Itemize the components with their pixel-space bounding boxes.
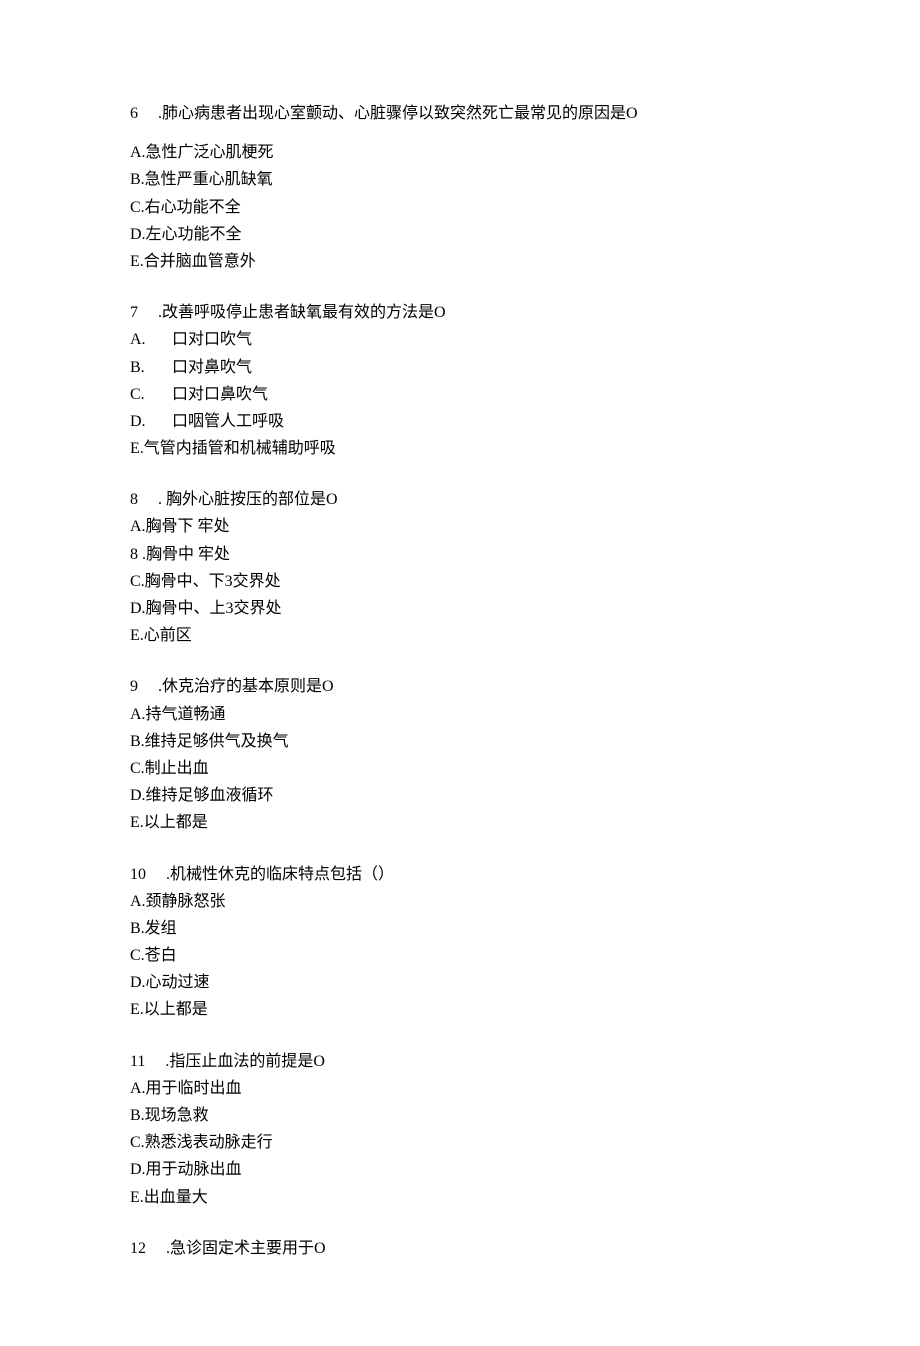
question-number: 8 — [130, 491, 138, 508]
option-label: 口对鼻吹气 — [172, 359, 252, 376]
option-letter: C. — [130, 381, 145, 408]
option-e: E.以上都是 — [130, 809, 790, 836]
question-8: 8 . 胸外心脏按压的部位是O A.胸骨下 牢处 8 .胸骨中 牢处 C.胸骨中、… — [130, 486, 790, 649]
question-6: 6 .肺心病患者出现心室颤动、心脏骤停以致突然死亡最常见的原因是O A.急性广泛心… — [130, 100, 790, 275]
option-e: E.气管内插管和机械辅助呼吸 — [130, 435, 790, 462]
option-b: B.维持足够供气及换气 — [130, 728, 790, 755]
question-body: . 胸外心脏按压的部位是O — [158, 491, 338, 508]
option-a: A.急性广泛心肌梗死 — [130, 139, 790, 166]
document-page: 6 .肺心病患者出现心室颤动、心脏骤停以致突然死亡最常见的原因是O A.急性广泛心… — [0, 0, 920, 1346]
option-e: E.合并脑血管意外 — [130, 248, 790, 275]
question-body: .急诊固定术主要用于O — [166, 1240, 326, 1257]
question-text: 9 .休克治疗的基本原则是O — [130, 673, 790, 700]
option-d: D.心动过速 — [130, 969, 790, 996]
question-body: .改善呼吸停止患者缺氧最有效的方法是O — [158, 304, 446, 321]
option-b: B.急性严重心肌缺氧 — [130, 166, 790, 193]
question-number: 12 — [130, 1240, 146, 1257]
question-text: 7 .改善呼吸停止患者缺氧最有效的方法是O — [130, 299, 790, 326]
question-number: 11 — [130, 1053, 145, 1070]
option-c: C.苍白 — [130, 942, 790, 969]
question-number: 9 — [130, 678, 138, 695]
option-label: 口对口鼻吹气 — [172, 386, 268, 403]
option-a: A.用于临时出血 — [130, 1075, 790, 1102]
option-d: D.胸骨中、上3交界处 — [130, 595, 790, 622]
option-b: 8 .胸骨中 牢处 — [130, 541, 790, 568]
option-d: D.左心功能不全 — [130, 221, 790, 248]
question-body: .机械性休克的临床特点包括（） — [166, 866, 394, 883]
option-c: C.右心功能不全 — [130, 194, 790, 221]
option-label: 口对口吹气 — [172, 331, 252, 348]
option-a: A.胸骨下 牢处 — [130, 513, 790, 540]
question-text: 12 .急诊固定术主要用于O — [130, 1235, 790, 1262]
option-c: C.熟悉浅表动脉走行 — [130, 1129, 790, 1156]
question-number: 7 — [130, 304, 138, 321]
question-number: 10 — [130, 866, 146, 883]
option-a: A.持气道畅通 — [130, 701, 790, 728]
option-c: C.制止出血 — [130, 755, 790, 782]
option-a: A. 口对口吹气 — [130, 326, 790, 353]
option-b: B.现场急救 — [130, 1102, 790, 1129]
option-e: E.以上都是 — [130, 996, 790, 1023]
option-label: 口咽管人工呼吸 — [172, 413, 284, 430]
question-text: 11 .指压止血法的前提是O — [130, 1048, 790, 1075]
question-11: 11 .指压止血法的前提是O A.用于临时出血 B.现场急救 C.熟悉浅表动脉走行… — [130, 1048, 790, 1211]
option-b: B. 口对鼻吹气 — [130, 354, 790, 381]
option-c: C. 口对口鼻吹气 — [130, 381, 790, 408]
question-body: .指压止血法的前提是O — [165, 1053, 325, 1070]
question-number: 6 — [130, 105, 138, 122]
question-text: 6 .肺心病患者出现心室颤动、心脏骤停以致突然死亡最常见的原因是O — [130, 100, 790, 127]
option-e: E.出血量大 — [130, 1184, 790, 1211]
option-b: B.发组 — [130, 915, 790, 942]
option-a: A.颈静脉怒张 — [130, 888, 790, 915]
option-c: C.胸骨中、下3交界处 — [130, 568, 790, 595]
option-letter: D. — [130, 408, 146, 435]
question-10: 10 .机械性休克的临床特点包括（） A.颈静脉怒张 B.发组 C.苍白 D.心动… — [130, 861, 790, 1024]
option-letter: B. — [130, 354, 145, 381]
option-d: D. 口咽管人工呼吸 — [130, 408, 790, 435]
question-text: 8 . 胸外心脏按压的部位是O — [130, 486, 790, 513]
option-d: D.用于动脉出血 — [130, 1156, 790, 1183]
question-body: .休克治疗的基本原则是O — [158, 678, 334, 695]
option-e: E.心前区 — [130, 622, 790, 649]
question-7: 7 .改善呼吸停止患者缺氧最有效的方法是O A. 口对口吹气 B. 口对鼻吹气 C. 口… — [130, 299, 790, 462]
question-body: .肺心病患者出现心室颤动、心脏骤停以致突然死亡最常见的原因是O — [158, 105, 638, 122]
question-12: 12 .急诊固定术主要用于O — [130, 1235, 790, 1262]
option-letter: A. — [130, 326, 146, 353]
question-9: 9 .休克治疗的基本原则是O A.持气道畅通 B.维持足够供气及换气 C.制止出血… — [130, 673, 790, 836]
question-text: 10 .机械性休克的临床特点包括（） — [130, 861, 790, 888]
option-d: D.维持足够血液循环 — [130, 782, 790, 809]
